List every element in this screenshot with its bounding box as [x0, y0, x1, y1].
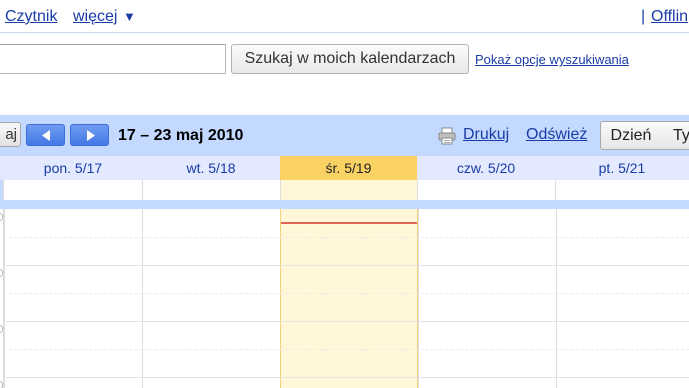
all-day-cell[interactable] — [142, 180, 280, 200]
current-time-indicator — [281, 222, 417, 224]
day-column[interactable] — [4, 209, 142, 388]
hour-marker — [0, 213, 3, 221]
day-header-tuesday[interactable]: wt. 5/18 — [142, 156, 280, 180]
search-calendars-button[interactable]: Szukaj w moich kalendarzach — [231, 44, 469, 74]
view-week-button[interactable]: Ty — [661, 121, 689, 150]
day-header-thursday[interactable]: czw. 5/20 — [417, 156, 555, 180]
hour-marker — [0, 269, 3, 277]
time-grid — [0, 208, 689, 388]
half-hour-line — [4, 349, 689, 350]
time-gutter — [0, 209, 4, 388]
top-separator: | — [641, 8, 646, 25]
all-day-cell[interactable] — [417, 180, 555, 200]
triangle-left-icon — [42, 130, 50, 141]
date-range-title: 17 – 23 maj 2010 — [118, 127, 244, 144]
triangle-right-icon — [87, 130, 95, 141]
all-day-events-row — [0, 180, 689, 200]
calendar-window: Czytnik więcej ▼ | Offlin Szukaj w moich… — [0, 0, 689, 388]
calendar-toolbar: aj 17 – 23 maj 2010 Drukuj Odśwież Dzień… — [0, 115, 689, 156]
day-header-row: pon. 5/17 wt. 5/18 śr. 5/19 czw. 5/20 pt… — [0, 156, 689, 180]
refresh-link[interactable]: Odśwież — [526, 126, 587, 144]
hour-marker — [0, 325, 3, 333]
hour-line — [4, 265, 689, 266]
hour-marker — [0, 381, 3, 388]
top-navigation-bar: Czytnik więcej ▼ | Offlin — [0, 0, 689, 33]
day-column[interactable] — [418, 209, 556, 388]
reader-link[interactable]: Czytnik — [5, 8, 57, 26]
search-options-link[interactable]: Pokaż opcje wyszukiwania — [475, 52, 629, 67]
printer-icon[interactable] — [437, 126, 457, 146]
all-day-divider — [0, 200, 689, 208]
day-column[interactable] — [142, 209, 280, 388]
next-period-button[interactable] — [70, 124, 109, 146]
day-header-friday[interactable]: pt. 5/21 — [555, 156, 689, 180]
day-column[interactable] — [556, 209, 689, 388]
all-day-cell[interactable] — [280, 180, 417, 200]
half-hour-line — [4, 237, 689, 238]
day-header-monday[interactable]: pon. 5/17 — [4, 156, 142, 180]
day-header-wednesday[interactable]: śr. 5/19 — [280, 156, 417, 180]
today-button[interactable]: aj — [0, 122, 21, 147]
hour-line — [4, 377, 689, 378]
previous-period-button[interactable] — [26, 124, 65, 146]
day-column-today[interactable] — [280, 209, 418, 388]
all-day-cell[interactable] — [555, 180, 689, 200]
chevron-down-icon[interactable]: ▼ — [123, 9, 136, 24]
more-link[interactable]: więcej — [73, 8, 117, 26]
search-input[interactable] — [0, 44, 226, 74]
offline-link[interactable]: Offlin — [651, 8, 688, 26]
all-day-cell[interactable] — [3, 180, 142, 200]
print-link[interactable]: Drukuj — [463, 126, 509, 144]
half-hour-line — [4, 293, 689, 294]
view-day-button[interactable]: Dzień — [600, 121, 662, 150]
hour-line — [4, 321, 689, 322]
